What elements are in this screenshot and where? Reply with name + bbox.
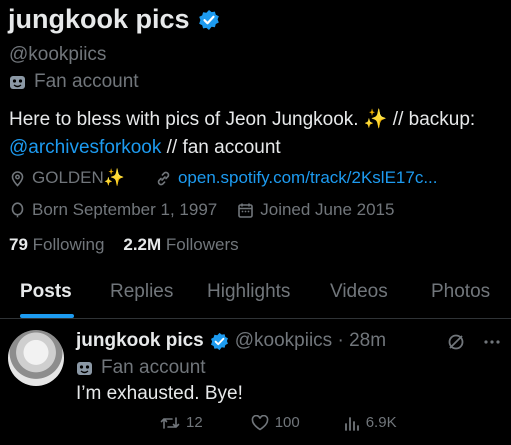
verified-badge-icon [198,9,219,30]
bio-suffix: // fan account [161,137,281,158]
following-count: 79 [9,235,28,254]
tab-posts[interactable]: Posts [20,281,72,303]
profile-name-row: jungkook pics [8,4,220,35]
balloon-icon [11,201,24,217]
views-count: 6.9K [365,414,397,431]
profile-handle: @kookpiics [9,44,107,65]
follow-counts: 79 Following 2.2M Followers [9,235,239,255]
mask-icon [77,361,92,375]
tweet-handle-time[interactable]: @kookpiics · 28m [235,330,386,352]
views-icon [344,416,359,431]
tab-highlights[interactable]: Highlights [207,281,290,303]
tweet-header: jungkook pics @kookpiics · 28m [76,330,386,352]
born-text: Born September 1, 1997 [32,200,218,219]
tweet-actions: 12 100 6.9K [160,414,397,431]
retweet-button[interactable]: 12 [160,414,203,431]
location-text: GOLDEN✨ [32,168,125,187]
bio-text: Here to bless with pics of Jeon Jungkook… [9,109,476,130]
profile-label-row: Fan account [9,71,139,93]
mask-icon [10,75,25,89]
like-button[interactable]: 100 [251,414,300,431]
tab-replies[interactable]: Replies [110,281,173,303]
following-label: Following [32,235,105,254]
retweet-icon [160,416,180,429]
more-icon[interactable] [483,339,501,345]
followers-label: Followers [165,235,239,254]
tab-photos[interactable]: Photos [431,281,490,303]
tweet-author-name[interactable]: jungkook pics [76,330,204,352]
tweet-label-row: Fan account [76,357,206,379]
calendar-icon [238,203,254,218]
like-count: 100 [274,414,300,431]
website-link[interactable]: open.spotify.com/track/2KslE17c... [178,168,438,188]
profile-tabs: Posts Replies Highlights Videos Photos [0,272,511,318]
tweet-text: I’m exhausted. Bye! [76,383,243,404]
profile-meta-row-1: GOLDEN✨ open.spotify.com/track/2KslE17c.… [9,168,438,188]
followers-link[interactable]: 2.2M Followers [123,235,238,254]
like-icon [251,414,269,430]
joined-text: Joined June 2015 [260,200,395,219]
following-link[interactable]: 79 Following [9,235,104,254]
bio-mention-link[interactable]: @archivesforkook [9,137,161,158]
profile-display-name: jungkook pics [8,4,190,34]
followers-count: 2.2M [123,235,162,254]
grok-icon[interactable] [447,333,465,351]
link-icon [157,171,170,185]
profile-meta-row-2: Born September 1, 1997 Joined June 2015 [9,200,394,220]
views-button[interactable]: 6.9K [344,414,397,431]
verified-badge-icon [210,332,228,350]
location-icon [11,170,24,187]
retweet-count: 12 [186,414,203,431]
avatar[interactable] [8,330,64,386]
profile-bio: Here to bless with pics of Jeon Jungkook… [9,106,504,162]
fan-account-label: Fan account [34,71,139,92]
tabs-divider [0,318,511,319]
tab-videos[interactable]: Videos [330,281,388,303]
tweet-fan-label: Fan account [101,357,206,378]
tweet-top-icons [447,333,501,351]
